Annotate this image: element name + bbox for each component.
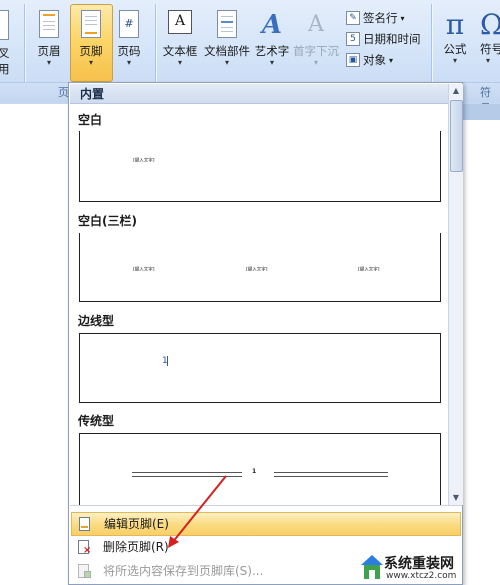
watermark-url: www.xtcz2.com bbox=[386, 571, 457, 581]
house-logo-icon bbox=[361, 555, 383, 579]
annotation-arrow bbox=[168, 475, 227, 548]
arrow-shaft bbox=[171, 475, 227, 544]
watermark-site-name: 系统重装网 bbox=[384, 556, 454, 572]
